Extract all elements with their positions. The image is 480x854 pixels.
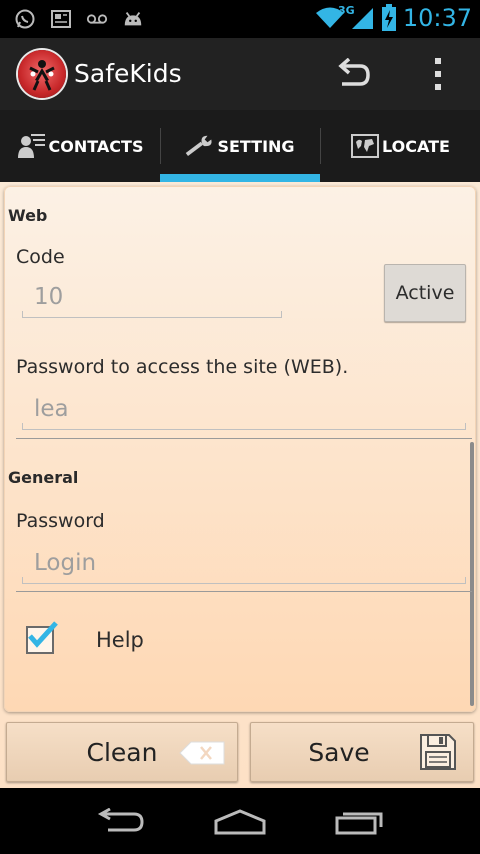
action-bar: SafeKids <box>0 38 480 110</box>
home-button[interactable] <box>210 804 270 840</box>
web-section-title: Web <box>8 206 48 225</box>
checkmark-icon <box>28 621 58 648</box>
floppy-disk-icon <box>420 734 456 770</box>
backspace-icon <box>179 741 225 765</box>
back-icon <box>97 808 144 832</box>
save-button-label: Save <box>308 737 370 767</box>
help-checkbox-row[interactable]: Help <box>26 621 144 654</box>
web-password-field[interactable] <box>22 390 466 430</box>
overflow-menu-icon <box>435 58 441 90</box>
web-password-label: Password to access the site (WEB). <box>16 356 349 378</box>
undo-icon <box>338 58 370 86</box>
section-divider <box>16 438 472 439</box>
tab-locate[interactable]: LOCATE <box>320 110 480 182</box>
news-icon <box>50 8 72 30</box>
wifi-icon <box>315 7 345 29</box>
tab-bar: CONTACTS SETTING LOCATE <box>0 110 480 182</box>
recent-apps-icon <box>335 812 383 835</box>
overflow-menu-button[interactable] <box>418 54 458 94</box>
general-password-label: Password <box>16 510 105 532</box>
contacts-icon <box>17 132 47 160</box>
tab-locate-label: LOCATE <box>382 136 450 156</box>
whatsapp-icon <box>14 8 36 30</box>
signal-icon <box>351 7 375 29</box>
general-password-field[interactable] <box>22 544 466 584</box>
active-button[interactable]: Active <box>384 264 466 322</box>
general-section-title: General <box>8 468 79 487</box>
app-title: SafeKids <box>74 59 182 88</box>
wrench-icon <box>185 132 215 160</box>
tab-contacts-label: CONTACTS <box>48 136 144 156</box>
scrollbar[interactable] <box>470 442 474 706</box>
home-icon <box>214 809 266 835</box>
status-clock: 10:37 <box>402 4 472 32</box>
save-button[interactable]: Save <box>250 722 474 782</box>
code-label: Code <box>16 246 65 268</box>
settings-panel: Web Code Active Password to access the s… <box>4 186 476 712</box>
tab-setting[interactable]: SETTING <box>160 110 320 182</box>
tab-setting-label: SETTING <box>217 136 295 156</box>
navigation-bar <box>0 788 480 854</box>
help-label: Help <box>96 628 144 652</box>
recent-apps-button[interactable] <box>330 804 390 840</box>
field-divider <box>16 591 472 592</box>
undo-button[interactable] <box>334 54 374 94</box>
clean-button[interactable]: Clean <box>6 722 238 782</box>
app-logo-icon[interactable] <box>18 50 66 98</box>
android-icon <box>122 8 144 30</box>
map-icon <box>350 132 380 160</box>
code-field[interactable] <box>22 278 282 318</box>
notification-icons <box>14 8 144 30</box>
settings-content: Web Code Active Password to access the s… <box>0 182 480 788</box>
back-button[interactable] <box>90 804 150 840</box>
battery-charging-icon <box>381 4 397 31</box>
status-bar: 3G 10:37 <box>0 0 480 38</box>
help-checkbox[interactable] <box>26 621 58 654</box>
voicemail-icon <box>86 8 108 30</box>
tab-contacts[interactable]: CONTACTS <box>0 110 160 182</box>
